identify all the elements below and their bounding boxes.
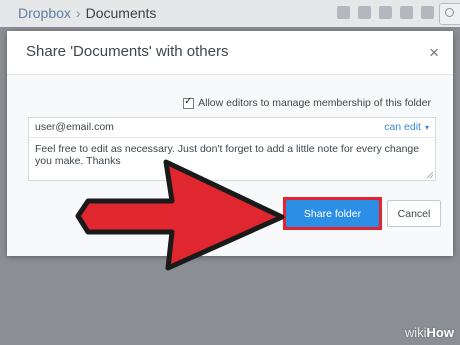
shared-folder-icon[interactable] [379,6,392,19]
link-icon[interactable] [400,6,413,19]
allow-editors-checkbox[interactable] [183,96,195,109]
breadcrumb-current: Documents [85,5,157,21]
breadcrumb-separator: › [75,5,81,21]
close-icon[interactable]: × [429,44,439,61]
share-dialog: Share 'Documents' with others × Allow ed… [7,31,453,256]
upload-icon[interactable] [337,6,350,19]
app-header: Dropbox › Documents [0,0,460,28]
resize-handle-icon[interactable] [427,172,433,178]
share-folder-button[interactable]: Share folder [286,200,379,227]
toolbar [337,6,434,19]
allow-editors-label: Allow editors to manage membership of th… [198,97,431,109]
permission-dropdown[interactable]: can edit ▾ [384,121,429,133]
permission-label: can edit [384,121,421,133]
share-form: user@email.com can edit ▾ Feel free to ed… [28,117,436,181]
message-textarea[interactable]: Feel free to edit as necessary. Just don… [35,143,425,167]
cancel-button[interactable]: Cancel [387,200,441,227]
delete-icon[interactable] [421,6,434,19]
breadcrumb: Dropbox › Documents [18,5,156,21]
dialog-header: Share 'Documents' with others × [7,31,453,75]
share-button-highlight: Share folder [283,197,382,230]
new-folder-icon[interactable] [358,6,371,19]
dialog-title: Share 'Documents' with others [26,43,229,60]
dialog-body: Allow editors to manage membership of th… [7,75,453,256]
search-icon[interactable] [439,3,460,25]
breadcrumb-root[interactable]: Dropbox [18,5,71,21]
invitee-row: user@email.com can edit ▾ [29,118,435,138]
wikihow-watermark: wikiHow [404,325,454,340]
email-field[interactable]: user@email.com [35,121,114,133]
allow-editors-option[interactable]: Allow editors to manage membership of th… [183,96,431,109]
chevron-down-icon: ▾ [424,123,429,132]
